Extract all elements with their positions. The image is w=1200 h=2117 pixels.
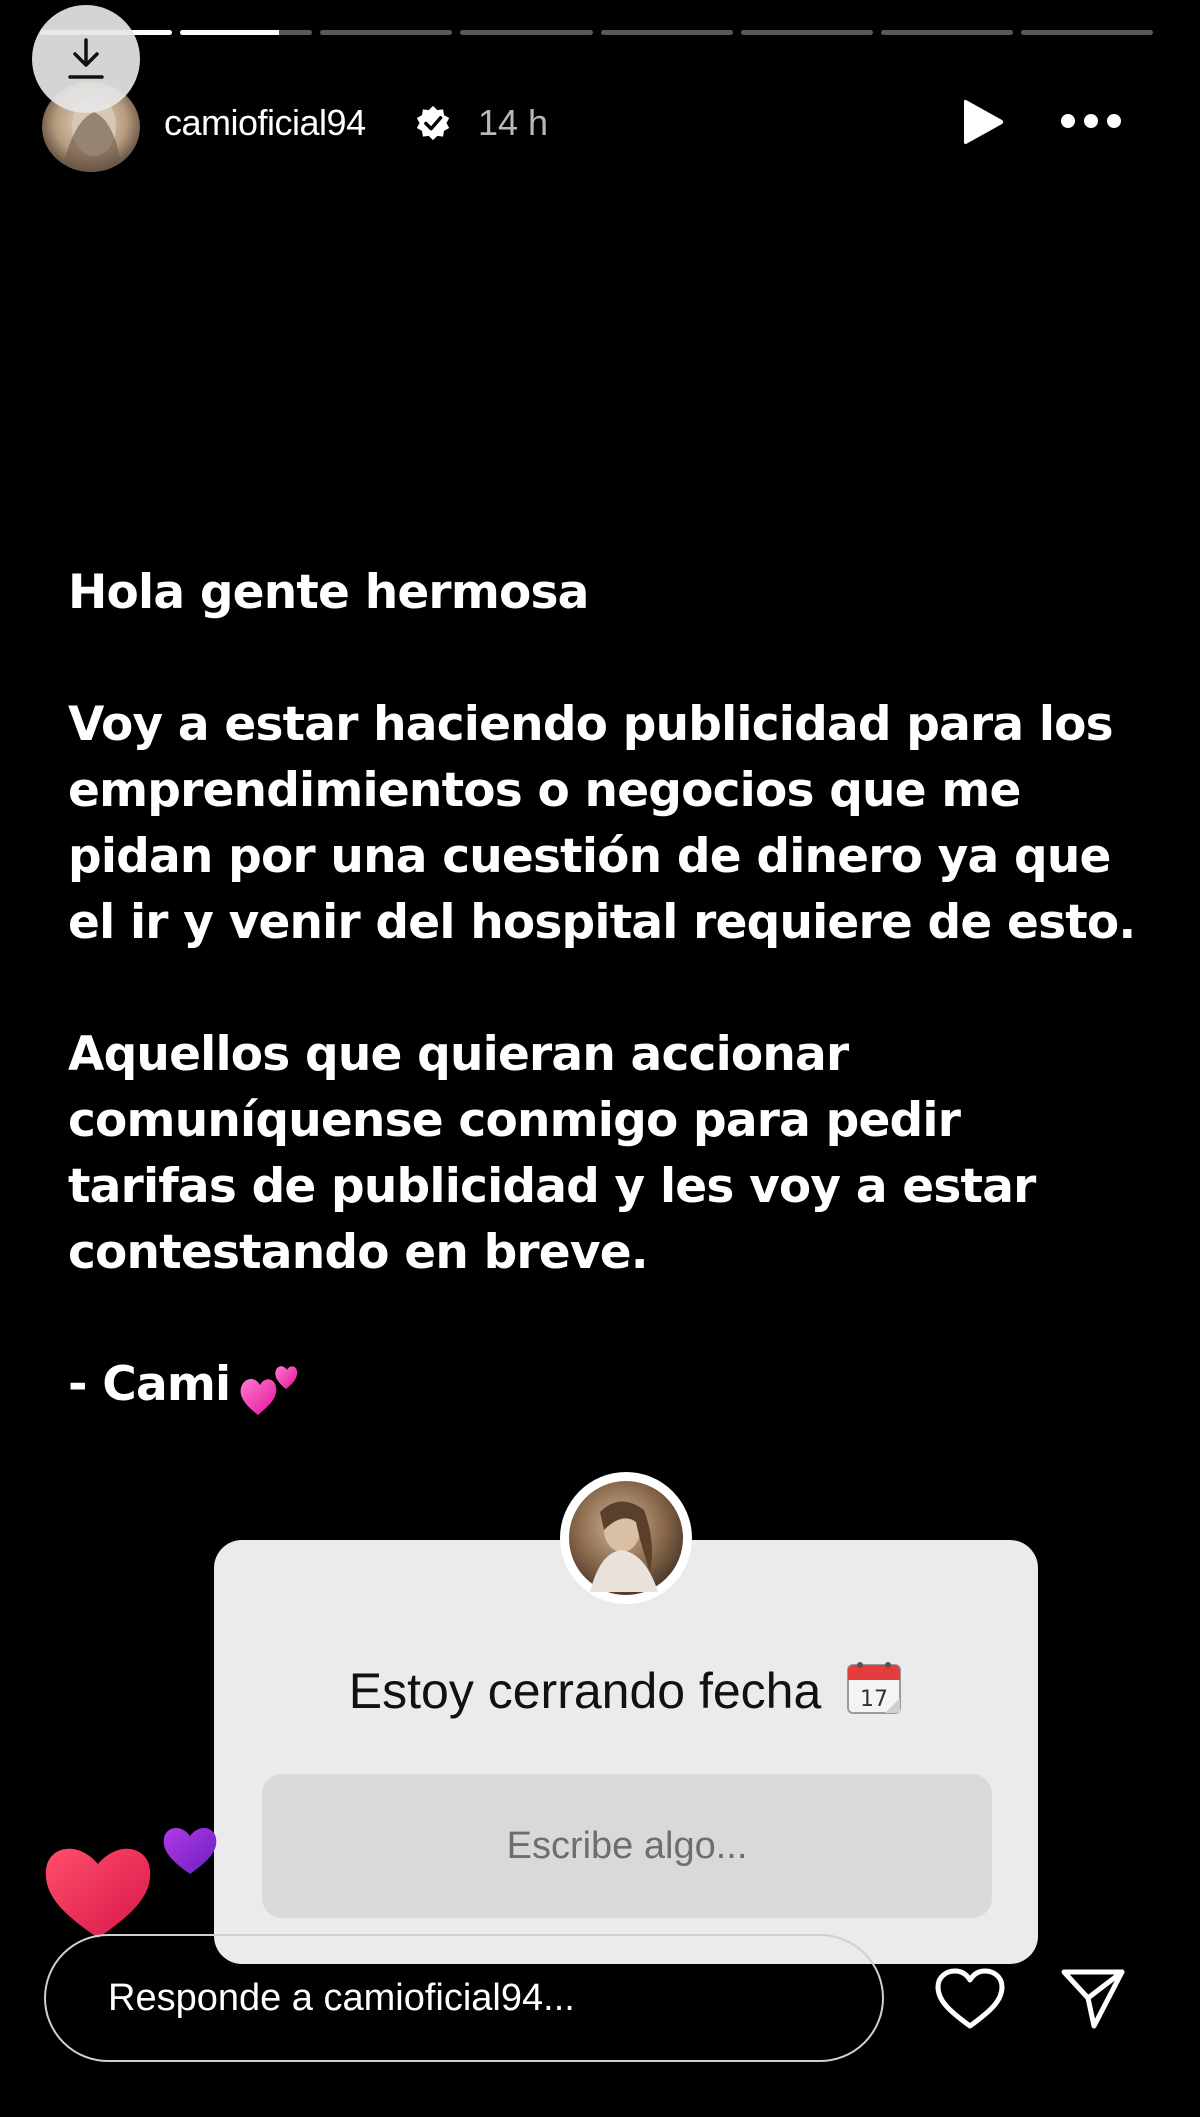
sticker-input-placeholder: Escribe algo... (506, 1824, 748, 1867)
two-hearts-emoji (240, 1365, 298, 1415)
svg-text:17: 17 (860, 1687, 888, 1712)
progress-segment (600, 30, 733, 35)
paragraph2-line: contestando en breve. (68, 1225, 649, 1280)
paragraph1-line: emprendimientos o negocios que me (68, 763, 1021, 818)
story-text: Hola gente hermosa Voy a estar haciendo … (68, 560, 1200, 1418)
post-time: 14 h (478, 102, 549, 143)
verified-badge-icon (416, 105, 450, 141)
sticker-avatar (560, 1472, 692, 1604)
sticker-question: Estoy cerrando fecha 17 (214, 1658, 1038, 1720)
download-button[interactable] (32, 5, 140, 113)
sticker-question-text: Estoy cerrando fecha (348, 1663, 822, 1719)
paragraph1-line: pidan por una cuestión de dinero ya que (68, 829, 1111, 884)
progress-segment (320, 30, 453, 35)
paragraph1-line: el ir y venir del hospital requiere de e… (68, 895, 1136, 950)
signature-text: - Cami (68, 1357, 231, 1412)
paragraph2-line: Aquellos que quieran accionar (68, 1027, 849, 1082)
paragraph2-line: comuníquense conmigo para pedir (68, 1093, 961, 1148)
progress-segment (180, 30, 313, 35)
reply-input[interactable]: Responde a camioficial94... (44, 1934, 884, 2062)
paragraph1-line: Voy a estar haciendo publicidad para los (68, 697, 1114, 752)
calendar-emoji: 17 (847, 1662, 902, 1714)
username[interactable]: camioficial94 (164, 102, 366, 144)
more-options-icon[interactable] (1058, 108, 1124, 134)
story-progress-bar (40, 30, 1153, 36)
greeting-text: Hola gente hermosa (68, 565, 589, 620)
play-icon[interactable] (960, 96, 1006, 148)
progress-segment (740, 30, 873, 35)
sticker-answer-input[interactable]: Escribe algo... (262, 1774, 992, 1918)
red-heart-icon (45, 1848, 151, 1938)
progress-segment (880, 30, 1013, 35)
heart-outline-icon[interactable] (934, 1968, 1006, 2030)
paragraph2-line: tarifas de publicidad y les voy a estar (68, 1159, 1036, 1214)
download-icon (68, 38, 104, 79)
paper-plane-icon[interactable] (1060, 1966, 1126, 2030)
progress-segment (460, 30, 593, 35)
purple-heart-icon (163, 1827, 217, 1874)
reply-placeholder: Responde a camioficial94... (108, 1976, 575, 2019)
progress-segment (1020, 30, 1153, 35)
